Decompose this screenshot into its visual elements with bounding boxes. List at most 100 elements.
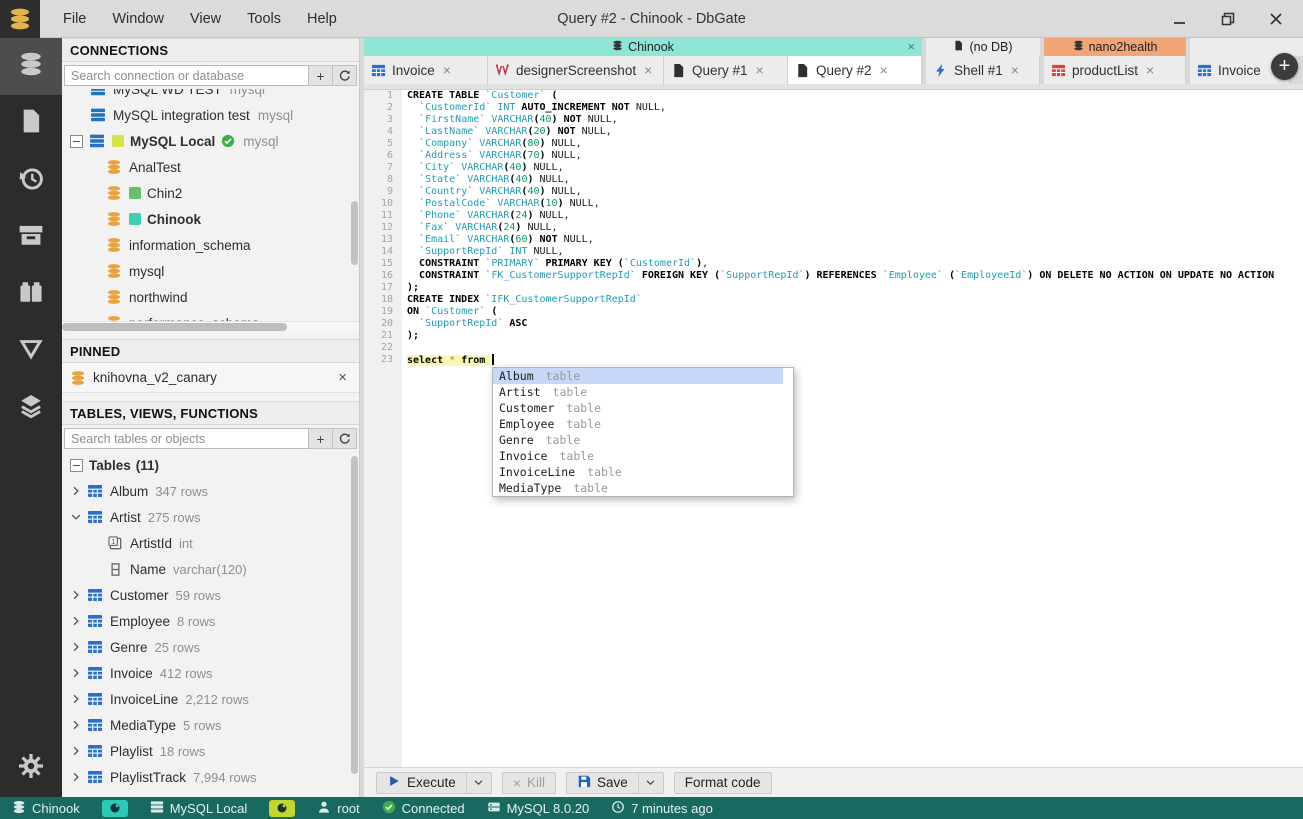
add-connection-button[interactable]: + <box>309 65 333 86</box>
minimize-button[interactable] <box>1171 10 1189 28</box>
chevron-down-icon[interactable] <box>70 511 84 523</box>
menu-item-file[interactable]: File <box>50 0 99 38</box>
table-item[interactable]: Customer 59 rows <box>62 582 359 608</box>
execute-dropdown-button[interactable] <box>465 771 492 794</box>
activity-history-icon[interactable] <box>0 152 62 209</box>
save-dropdown-button[interactable] <box>637 771 664 794</box>
activity-file-icon[interactable] <box>0 95 62 152</box>
status-mysql-8-0-20[interactable]: MySQL 8.0.20 <box>487 800 589 817</box>
connections-horizontal-scrollbar[interactable] <box>62 321 359 331</box>
autocomplete-item[interactable]: Employee table <box>493 416 783 432</box>
chevron-right-icon[interactable] <box>70 745 84 757</box>
database-item[interactable]: AnalTest <box>62 154 359 180</box>
activity-filter-triangle-icon[interactable] <box>0 323 62 380</box>
add-object-button[interactable]: + <box>309 428 333 449</box>
table-item[interactable]: InvoiceLine 2,212 rows <box>62 686 359 712</box>
activity-layers-icon[interactable] <box>0 380 62 437</box>
new-tab-button[interactable]: + <box>1271 53 1298 80</box>
autocomplete-item[interactable]: Genre table <box>493 432 783 448</box>
table-item[interactable]: MediaType 5 rows <box>62 712 359 738</box>
collapse-expander[interactable] <box>70 458 83 472</box>
color-chip-badge[interactable] <box>101 799 128 817</box>
activity-settings-gear-icon[interactable] <box>0 740 62 797</box>
close-tab-icon[interactable]: × <box>880 62 888 78</box>
kill-button[interactable]: × Kill <box>501 771 556 794</box>
status-root[interactable]: root <box>317 800 360 817</box>
connection-item[interactable]: MySQL Local mysql <box>62 128 359 154</box>
tab-query-2[interactable]: Query #2 × <box>788 56 922 84</box>
table-item[interactable]: Invoice 412 rows <box>62 660 359 686</box>
status-mysql-local[interactable]: MySQL Local <box>150 800 247 817</box>
close-tab-icon[interactable]: × <box>1146 62 1154 78</box>
table-item[interactable]: Album 347 rows <box>62 478 359 504</box>
refresh-connections-button[interactable] <box>333 65 357 86</box>
chevron-right-icon[interactable] <box>70 615 84 627</box>
table-item[interactable]: Genre 25 rows <box>62 634 359 660</box>
table-item[interactable]: Employee 8 rows <box>62 608 359 634</box>
database-item[interactable]: Chinook <box>62 206 359 232</box>
tables-root-item[interactable]: Tables (11) <box>62 452 359 478</box>
chevron-right-icon[interactable] <box>70 485 84 497</box>
connection-item[interactable]: MySQL integration test mysql <box>62 102 359 128</box>
status-chinook[interactable]: Chinook <box>12 800 80 817</box>
database-item[interactable]: mysql <box>62 258 359 284</box>
autocomplete-item[interactable]: Invoice table <box>493 448 783 464</box>
close-tab-icon[interactable]: × <box>1011 62 1019 78</box>
database-item[interactable]: performance_schema <box>62 310 359 321</box>
activity-plugins-icon[interactable] <box>0 266 62 323</box>
database-item[interactable]: Chin2 <box>62 180 359 206</box>
menu-item-view[interactable]: View <box>177 0 234 38</box>
tab-group-header[interactable]: Chinook × <box>364 38 922 56</box>
collapse-expander[interactable] <box>70 134 83 148</box>
column-item[interactable]: Name varchar(120) <box>62 556 359 582</box>
tab-group-header[interactable]: (no DB) <box>926 38 1040 56</box>
chevron-right-icon[interactable] <box>70 693 84 705</box>
close-group-icon[interactable]: × <box>907 39 915 54</box>
menu-item-window[interactable]: Window <box>99 0 177 38</box>
chevron-right-icon[interactable] <box>70 641 84 653</box>
refresh-objects-button[interactable] <box>333 428 357 449</box>
tab-productlist[interactable]: productList × <box>1044 56 1186 84</box>
tab-shell-1[interactable]: Shell #1 × <box>926 56 1040 84</box>
tab-query-1[interactable]: Query #1 × <box>664 56 788 84</box>
status-connected[interactable]: Connected <box>382 800 465 817</box>
tables-vertical-scrollbar[interactable] <box>351 456 358 774</box>
objects-search-input[interactable] <box>64 428 309 449</box>
status-7-minutes-ago[interactable]: 7 minutes ago <box>611 800 713 817</box>
unpin-close-icon[interactable]: × <box>338 369 347 386</box>
menu-item-help[interactable]: Help <box>294 0 350 38</box>
execute-button[interactable]: Execute <box>376 771 467 794</box>
scrollbar-thumb[interactable] <box>62 323 287 331</box>
tab-group-header[interactable]: nano2health <box>1044 38 1186 56</box>
autocomplete-item[interactable]: InvoiceLine table <box>493 464 783 480</box>
close-button[interactable] <box>1267 10 1285 28</box>
restore-button[interactable] <box>1219 10 1237 28</box>
database-item[interactable]: northwind <box>62 284 359 310</box>
connections-vertical-scrollbar[interactable] <box>351 201 358 265</box>
column-item[interactable]: 1 ArtistId int <box>62 530 359 556</box>
autocomplete-item[interactable]: Artist table <box>493 384 783 400</box>
pinned-item[interactable]: knihovna_v2_canary × <box>62 363 359 393</box>
close-tab-icon[interactable]: × <box>443 62 451 78</box>
app-icon[interactable] <box>0 0 40 38</box>
table-item[interactable]: PlaylistTrack 7,994 rows <box>62 764 359 790</box>
connections-search-input[interactable] <box>64 65 309 86</box>
format-code-button[interactable]: Format code <box>673 771 772 794</box>
activity-database-icon[interactable] <box>0 38 62 95</box>
tab-invoice[interactable]: Invoice × <box>364 56 488 84</box>
chevron-right-icon[interactable] <box>70 589 84 601</box>
activity-archive-icon[interactable] <box>0 209 62 266</box>
tab-designerscreenshot[interactable]: designerScreenshot × <box>488 56 664 84</box>
chevron-right-icon[interactable] <box>70 771 84 783</box>
table-item[interactable]: Artist 275 rows <box>62 504 359 530</box>
chevron-right-icon[interactable] <box>70 667 84 679</box>
autocomplete-item[interactable]: Customer table <box>493 400 783 416</box>
chevron-right-icon[interactable] <box>70 719 84 731</box>
close-tab-icon[interactable]: × <box>644 62 652 78</box>
close-tab-icon[interactable]: × <box>756 62 764 78</box>
save-button[interactable]: Save <box>565 771 639 794</box>
color-chip-badge[interactable] <box>269 799 296 817</box>
autocomplete-item[interactable]: Album table <box>493 368 783 384</box>
database-item[interactable]: information_schema <box>62 232 359 258</box>
table-item[interactable]: Playlist 18 rows <box>62 738 359 764</box>
